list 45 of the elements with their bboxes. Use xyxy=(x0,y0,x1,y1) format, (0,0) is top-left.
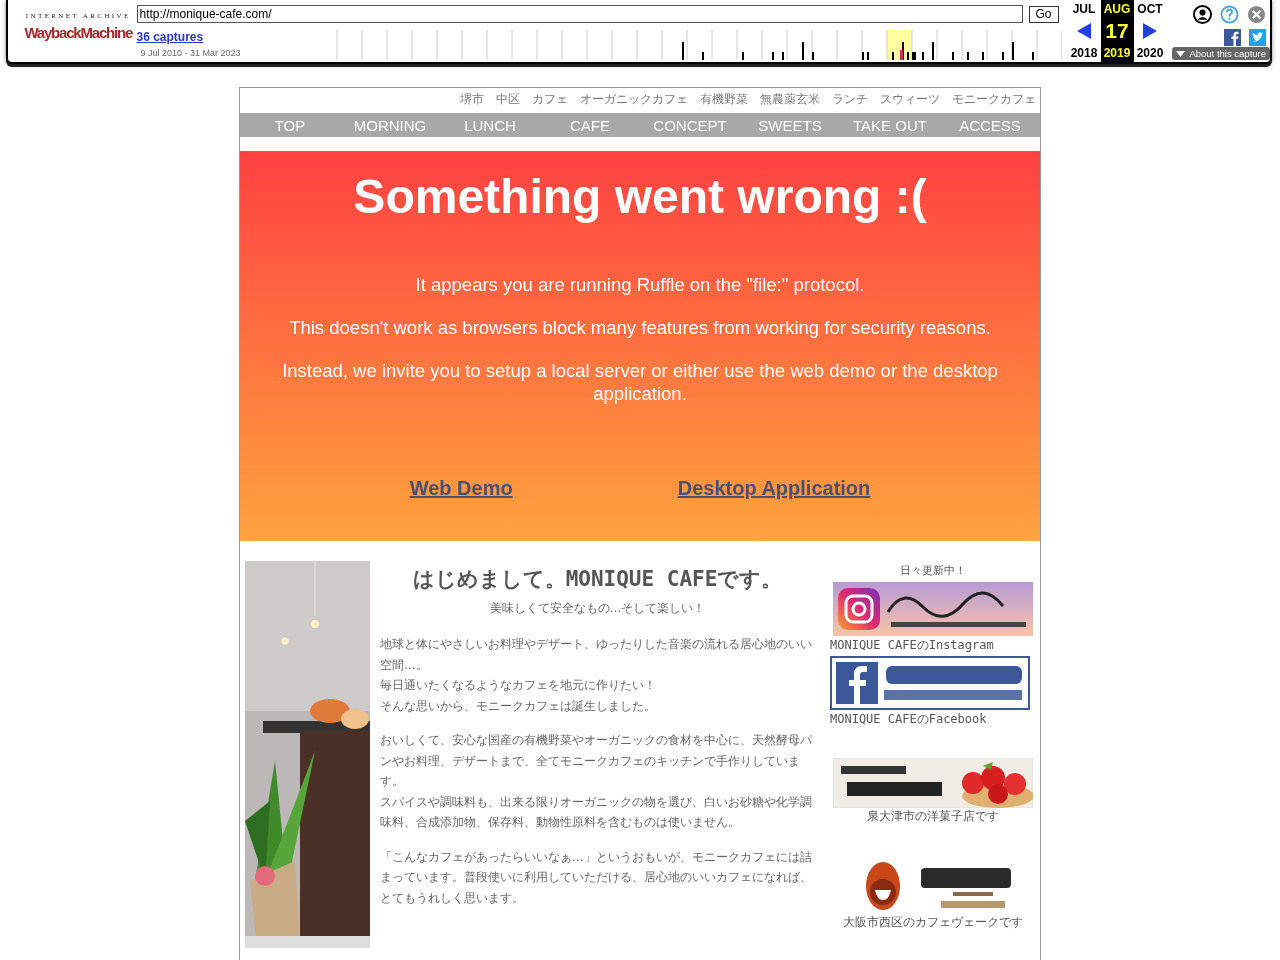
nav-link[interactable]: ACCESS xyxy=(940,113,1040,139)
intro-paragraph: 「こんなカフェがあったらいいなぁ…」というおもいが、モニークカフェには詰まっています。普段使いに利用していただける、居心地のいいカフェになれば、とてもうれしく思います。 xyxy=(380,848,813,907)
facebook-icon[interactable] xyxy=(1224,29,1241,46)
error-message: It appears you are running Ruffle on the "file:" protocol. xyxy=(415,273,865,296)
intro-paragraph: 地球と体にやさしいお料理やデザート、ゆったりした音楽の流れる居心地のいい空間…。 xyxy=(380,636,813,674)
wayback-logo[interactable]: WaybackMachine xyxy=(24,21,133,45)
date-range: 9 Jul 2010 - 31 Mar 2023 xyxy=(139,48,242,58)
twitter-icon[interactable] xyxy=(1249,29,1266,46)
nav-link[interactable]: TOP xyxy=(240,113,340,139)
nav-link[interactable]: TAKE OUT xyxy=(840,113,940,139)
intro-paragraph: スパイスや調味料も、出来る限りオーガニックの物を選び、白いお砂糖や化学調味料、合成添加物、保存料、動物性原料を含むものは使いません。 xyxy=(380,793,813,831)
month-column[interactable]: OCT 2020 xyxy=(1133,0,1167,62)
intro-paragraph: そんな思いから、モニークカフェは誕生しました。 xyxy=(380,697,657,715)
nav-link[interactable]: CAFE xyxy=(540,113,640,139)
close-icon[interactable] xyxy=(1247,5,1266,24)
help-icon[interactable] xyxy=(1220,5,1239,24)
nav-link[interactable]: MORNING xyxy=(340,113,440,139)
url-field[interactable]: http://monique-cafe.com/ xyxy=(136,5,1023,23)
update-note: 日々更新中！ xyxy=(899,563,966,578)
banner-caption: MONIQUE CAFEのInstagram xyxy=(830,637,994,654)
about-capture-button[interactable]: About this capture xyxy=(1172,47,1270,60)
month-column[interactable]: JUL 2018 xyxy=(1067,0,1101,62)
error-message: Instead, we invite you to setup a local server or either use the web demo or the desktop application. xyxy=(281,359,999,405)
banner-caption: MONIQUE CAFEのFacebook xyxy=(830,711,987,728)
error-link[interactable]: Web Demo xyxy=(409,477,513,500)
go-button[interactable]: Go xyxy=(1028,5,1059,23)
keyword-list: 堺市 中区 カフェ オーガニックカフェ 有機野菜 無農薬玄米 ランチ スウィーツ モニークカフェ xyxy=(460,92,1036,106)
captures-link[interactable]: 36 captures xyxy=(136,30,312,44)
banner-caption: 泉大津市の洋菓子店です xyxy=(866,809,999,824)
nav-link[interactable]: CONCEPT xyxy=(640,113,740,139)
nav-link[interactable]: SWEETS xyxy=(740,113,840,139)
error-title: Something went wrong :( xyxy=(353,169,927,225)
previous-arrow-icon[interactable] xyxy=(1076,22,1092,40)
intro-paragraph: おいしくて、安心な国産の有機野菜やオーガニックの食材を中心に、天然酵母パンやお料理、デザートまで、全てモニークカフェのキッチンで手作りしています。 xyxy=(380,732,813,790)
error-link[interactable]: Desktop Application xyxy=(677,477,871,500)
banner-caption: 大阪市西区のカフェヴェークです xyxy=(842,915,1023,930)
user-icon[interactable] xyxy=(1193,5,1212,24)
error-message: This doesn't work as browsers block many features from working for security reasons. xyxy=(289,316,991,339)
nav-link[interactable]: LUNCH xyxy=(440,113,540,139)
intro-paragraph: 毎日通いたくなるようなカフェを地元に作りたい！ xyxy=(380,677,657,694)
next-arrow-icon[interactable] xyxy=(1142,22,1158,40)
month-column[interactable]: AUG 17 2019 xyxy=(1100,0,1134,62)
intro-subheading: 美味しくて安全なもの…そして楽しい！ xyxy=(488,601,707,616)
caret-icon xyxy=(1176,50,1186,57)
intro-heading: はじめまして。MONIQUE CAFEです。 xyxy=(411,566,784,593)
